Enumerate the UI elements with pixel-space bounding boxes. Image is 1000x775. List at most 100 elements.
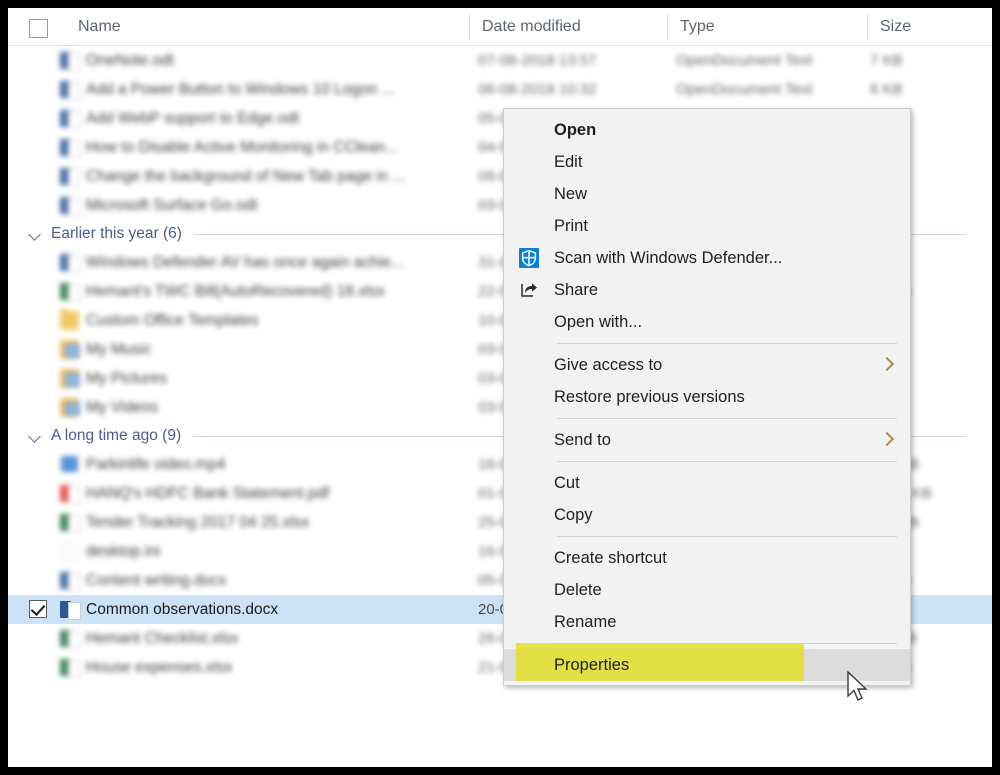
mouse-cursor bbox=[846, 671, 872, 710]
media-folder-icon bbox=[60, 369, 79, 388]
word-doc-icon bbox=[60, 600, 79, 619]
menu-item-label: Give access to bbox=[554, 356, 662, 375]
menu-item-label: Copy bbox=[554, 506, 593, 525]
file-date-modified: 07-08-2018 13:57 bbox=[478, 52, 596, 69]
screenshot-frame: Name Date modified Type Size OneNote.odt… bbox=[8, 8, 992, 767]
file-name: Change the background of New Tab page in… bbox=[86, 168, 405, 186]
word-doc-icon bbox=[60, 571, 79, 590]
menu-item-open-with[interactable]: Open with... bbox=[504, 306, 910, 338]
chevron-right-icon bbox=[880, 357, 894, 371]
file-name: Common observations.docx bbox=[86, 601, 278, 619]
row-checkbox[interactable] bbox=[29, 600, 47, 618]
file-name: Windows Defender AV has once again achie… bbox=[86, 254, 404, 272]
excel-doc-icon bbox=[60, 513, 79, 532]
menu-item-label: Delete bbox=[554, 581, 602, 600]
pdf-file-icon bbox=[60, 484, 79, 503]
context-menu[interactable]: Open Edit New Print Scan with Windows Defend… bbox=[503, 108, 911, 686]
menu-item-open[interactable]: Open bbox=[504, 114, 910, 146]
file-date-modified: 06-08-2018 10:32 bbox=[478, 81, 596, 98]
menu-item-edit[interactable]: Edit bbox=[504, 146, 910, 178]
menu-item-label: Rename bbox=[554, 613, 616, 632]
excel-doc-icon bbox=[60, 629, 79, 648]
file-name: How to Disable Active Monitoring in CCle… bbox=[86, 139, 398, 157]
plain-file-icon bbox=[60, 542, 79, 561]
file-name: HANQ's HDFC Bank Statement.pdf bbox=[86, 485, 329, 503]
file-name: Custom Office Templates bbox=[86, 312, 259, 330]
menu-item-restore-previous-versions[interactable]: Restore previous versions bbox=[504, 381, 910, 413]
media-folder-icon bbox=[60, 398, 79, 417]
word-doc-icon bbox=[60, 80, 79, 99]
chevron-down-icon[interactable] bbox=[28, 429, 42, 443]
menu-item-label: Create shortcut bbox=[554, 549, 667, 568]
menu-separator bbox=[557, 536, 897, 537]
file-name: Add a Power Button to Windows 10 Logon .… bbox=[86, 81, 394, 99]
menu-item-copy[interactable]: Copy bbox=[504, 499, 910, 531]
file-name: Parkinlife video.mp4 bbox=[86, 456, 226, 474]
menu-item-delete[interactable]: Delete bbox=[504, 574, 910, 606]
menu-item-send-to[interactable]: Send to bbox=[504, 424, 910, 456]
column-header-bar: Name Date modified Type Size bbox=[8, 8, 992, 46]
menu-item-label: Restore previous versions bbox=[554, 388, 745, 407]
menu-separator bbox=[557, 418, 897, 419]
file-name: Hemant Checklist.xlsx bbox=[86, 630, 238, 648]
folder-icon bbox=[60, 311, 79, 330]
file-name: Tender Tracking 2017 04 25.xlsx bbox=[86, 514, 309, 532]
table-row[interactable]: OneNote.odt 07-08-2018 13:57 OpenDocument … bbox=[8, 46, 992, 75]
file-name: My Pictures bbox=[86, 370, 167, 388]
file-name: My Music bbox=[86, 341, 151, 359]
menu-item-scan-with-windows-defender[interactable]: Scan with Windows Defender... bbox=[504, 242, 910, 274]
file-name: Hemant's TWC Bill(AutoRecovered) 18.xlsx bbox=[86, 283, 385, 301]
word-doc-icon bbox=[60, 51, 79, 70]
file-name: Microsoft Surface Go.odt bbox=[86, 197, 257, 215]
column-header-name[interactable]: Name bbox=[66, 8, 121, 46]
file-name: Add WebP support to Edge.odt bbox=[86, 110, 299, 128]
column-header-size[interactable]: Size bbox=[868, 8, 911, 46]
chevron-right-icon bbox=[880, 432, 894, 446]
column-header-type[interactable]: Type bbox=[668, 8, 715, 46]
file-name: My Videos bbox=[86, 399, 158, 417]
menu-item-label: Edit bbox=[554, 153, 582, 172]
menu-separator bbox=[557, 461, 897, 462]
excel-doc-icon bbox=[60, 282, 79, 301]
group-header-label: Earlier this year (6) bbox=[51, 225, 182, 243]
file-size: 7 KB bbox=[870, 52, 903, 69]
video-file-icon bbox=[60, 455, 79, 474]
menu-item-label: Properties bbox=[554, 656, 629, 675]
menu-item-label: Send to bbox=[554, 431, 611, 450]
word-doc-icon bbox=[60, 196, 79, 215]
menu-item-label: Print bbox=[554, 217, 588, 236]
windows-defender-shield-icon bbox=[519, 248, 539, 268]
menu-item-rename[interactable]: Rename bbox=[504, 606, 910, 638]
menu-item-label: Open bbox=[554, 121, 596, 140]
menu-item-cut[interactable]: Cut bbox=[504, 467, 910, 499]
file-type: OpenDocument Text bbox=[676, 52, 812, 69]
file-name: OneNote.odt bbox=[86, 52, 174, 70]
column-header-date-modified[interactable]: Date modified bbox=[470, 8, 581, 46]
chevron-down-icon[interactable] bbox=[28, 227, 42, 241]
file-name: House expenses.xlsx bbox=[86, 659, 232, 677]
menu-item-label: Cut bbox=[554, 474, 580, 493]
menu-separator bbox=[557, 643, 897, 644]
menu-item-label: New bbox=[554, 185, 587, 204]
word-doc-icon bbox=[60, 253, 79, 272]
menu-item-label: Scan with Windows Defender... bbox=[554, 249, 782, 268]
word-doc-icon bbox=[60, 109, 79, 128]
table-row[interactable]: Add a Power Button to Windows 10 Logon .… bbox=[8, 75, 992, 104]
share-icon bbox=[519, 280, 539, 300]
menu-separator bbox=[557, 343, 897, 344]
menu-item-label: Share bbox=[554, 281, 598, 300]
menu-item-give-access-to[interactable]: Give access to bbox=[504, 349, 910, 381]
word-doc-icon bbox=[60, 138, 79, 157]
media-folder-icon bbox=[60, 340, 79, 359]
excel-doc-icon bbox=[60, 658, 79, 677]
group-header-label: A long time ago (9) bbox=[51, 427, 181, 445]
menu-item-label: Open with... bbox=[554, 313, 642, 332]
select-all-checkbox[interactable] bbox=[29, 19, 48, 38]
menu-item-print[interactable]: Print bbox=[504, 210, 910, 242]
menu-item-create-shortcut[interactable]: Create shortcut bbox=[504, 542, 910, 574]
word-doc-icon bbox=[60, 167, 79, 186]
menu-item-new[interactable]: New bbox=[504, 178, 910, 210]
menu-item-share[interactable]: Share bbox=[504, 274, 910, 306]
file-name: Content writing.docx bbox=[86, 572, 226, 590]
file-type: OpenDocument Text bbox=[676, 81, 812, 98]
